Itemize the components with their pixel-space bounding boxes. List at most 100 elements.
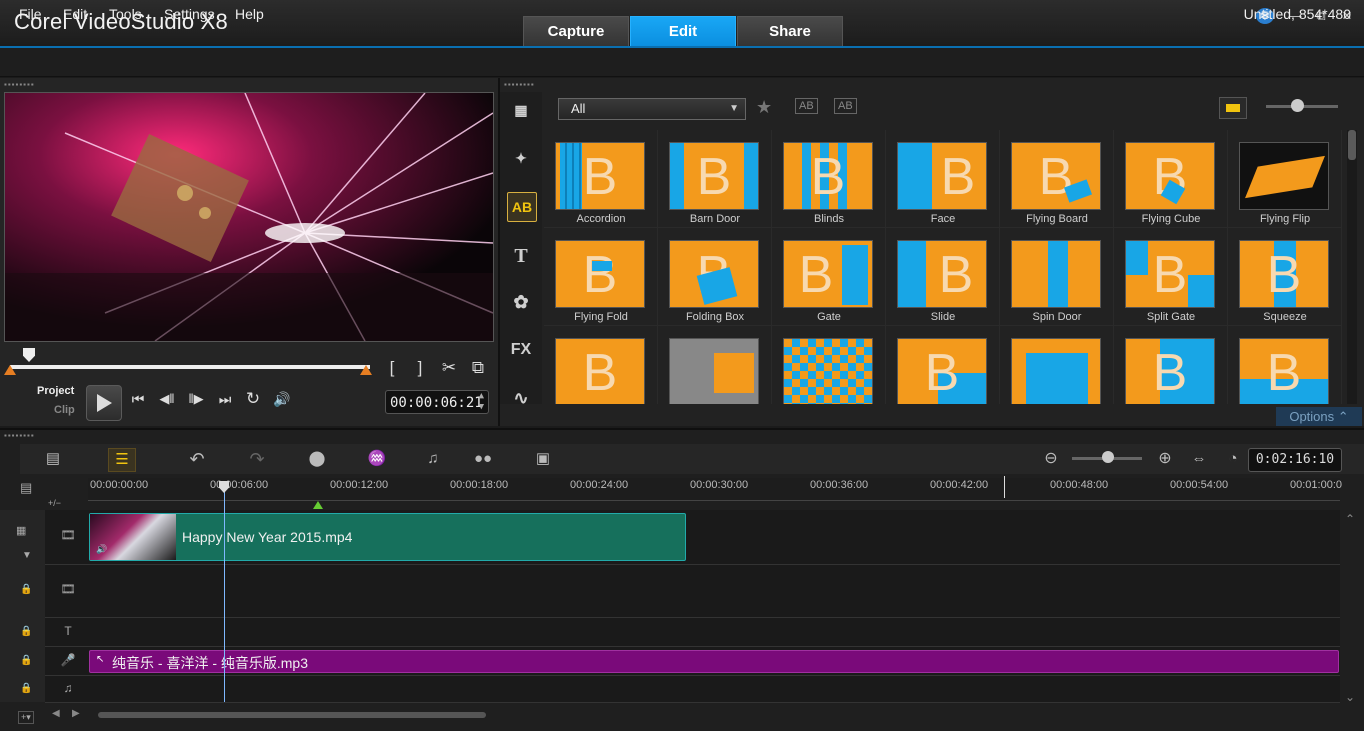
gallery-item[interactable]: B — [1228, 326, 1342, 404]
menu-help[interactable]: Help — [235, 6, 264, 22]
scroll-right-icon[interactable]: ▶ — [72, 708, 80, 719]
gallery-item[interactable]: B Accordion — [544, 130, 658, 228]
menu-settings[interactable]: Settings — [164, 6, 215, 22]
track-toggle-icon[interactable]: ▦ — [16, 524, 26, 537]
previous-frame-icon[interactable]: ◀‖ — [154, 391, 180, 407]
timeline-options-icon[interactable]: +▾ — [18, 711, 34, 724]
gallery-item[interactable]: B Flying Cube — [1114, 130, 1228, 228]
menu-tools[interactable]: Tools — [109, 6, 142, 22]
video-clip[interactable] — [89, 513, 686, 561]
gallery-item[interactable] — [658, 326, 772, 404]
flying-cube-thumbnail: B — [1125, 142, 1215, 210]
gallery-item[interactable]: B Flying Fold — [544, 228, 658, 326]
repeat-icon[interactable]: ↻ — [242, 389, 264, 409]
mark-in-button[interactable]: [ — [384, 358, 400, 378]
gallery-item[interactable]: B Gate — [772, 228, 886, 326]
lock-icon[interactable]: 🔒 — [20, 655, 32, 667]
add-remove-chapter[interactable]: +/− — [48, 498, 61, 508]
title-track[interactable] — [45, 618, 1340, 647]
tab-edit[interactable]: Edit — [630, 16, 736, 46]
path-icon[interactable]: ∿ — [507, 384, 535, 412]
gallery-item[interactable]: B Barn Door — [658, 130, 772, 228]
subtitle-editor-icon[interactable]: ▣ — [530, 448, 556, 470]
title-icon[interactable]: T — [507, 242, 535, 270]
add-to-favorites-icon[interactable]: ★ — [756, 97, 772, 118]
storyboard-view-icon[interactable]: ▤ — [40, 448, 66, 470]
zoom-out-icon[interactable]: ⊖ — [1038, 448, 1064, 470]
timecode-field[interactable]: 00:00:06:21 ▲ ▼ — [385, 390, 489, 414]
menu-edit[interactable]: Edit — [63, 6, 87, 22]
gallery-item[interactable]: B Squeeze — [1228, 228, 1342, 326]
zoom-knob[interactable] — [1102, 451, 1114, 463]
enlarge-preview-icon[interactable]: ⧉ — [468, 358, 488, 378]
scroll-up-icon[interactable]: ⌃ — [1345, 512, 1355, 526]
scroll-left-icon[interactable]: ◀ — [52, 708, 60, 719]
mode-clip[interactable]: Clip — [54, 404, 75, 416]
lock-icon[interactable]: 🔒 — [20, 584, 32, 596]
fit-project-icon[interactable]: ⇔ — [1186, 448, 1212, 470]
home-icon[interactable]: ⏮ — [127, 391, 149, 408]
gallery-item[interactable]: Spin Door — [1000, 228, 1114, 326]
gallery-item[interactable]: BFolding Box — [658, 228, 772, 326]
media-icon[interactable]: ▦ — [507, 96, 535, 124]
thumbnail-size-knob[interactable] — [1291, 99, 1304, 112]
overlay-track[interactable] — [45, 565, 1340, 618]
library-scroll-thumb[interactable] — [1348, 130, 1356, 160]
gallery-item[interactable]: B Blinds — [772, 130, 886, 228]
apply-random-icon[interactable]: AB — [834, 98, 857, 114]
view-toggle-icon[interactable] — [1219, 97, 1247, 119]
gallery-item[interactable]: B — [544, 326, 658, 404]
expand-icon[interactable]: ▼ — [22, 550, 32, 561]
panel-grip[interactable]: ▪▪▪▪▪▪▪▪ — [4, 80, 35, 89]
trim-end-marker[interactable] — [360, 365, 372, 375]
music-track[interactable] — [45, 676, 1340, 703]
zoom-in-icon[interactable]: ⊕ — [1152, 448, 1178, 470]
mark-out-button[interactable]: ] — [412, 358, 428, 378]
timeline-horizontal-scrollbar[interactable] — [98, 712, 486, 718]
gallery-item[interactable]: B Face — [886, 130, 1000, 228]
gallery-item[interactable]: B — [886, 326, 1000, 404]
track-manager-icon[interactable]: ▤ — [20, 480, 32, 496]
gallery-item[interactable]: B Split Gate — [1114, 228, 1228, 326]
instant-project-icon[interactable]: ✦ — [507, 144, 535, 172]
gallery-item[interactable]: Flying Flip — [1228, 130, 1342, 228]
volume-icon[interactable]: 🔊 — [270, 391, 294, 408]
gallery-item[interactable] — [1000, 326, 1114, 404]
lock-icon[interactable]: 🔒 — [20, 683, 32, 695]
transition-icon[interactable]: AB — [507, 192, 537, 222]
lock-icon[interactable]: 🔒 — [20, 626, 32, 638]
options-button[interactable]: Options ⌃ — [1276, 407, 1362, 426]
timecode-stepper-icon[interactable]: ▲ ▼ — [479, 391, 484, 413]
timeline-view-icon[interactable]: ☰ — [108, 448, 136, 472]
undo-icon[interactable]: ↶ — [184, 448, 210, 470]
end-icon[interactable]: ⏭ — [214, 391, 236, 408]
sound-mixer-icon[interactable]: ♒ — [364, 448, 390, 470]
trim-start-marker[interactable] — [4, 365, 16, 375]
scroll-down-icon[interactable]: ⌄ — [1345, 690, 1355, 704]
split-clip-icon[interactable]: ✂ — [439, 358, 459, 378]
folding-box-thumbnail: B — [669, 240, 759, 308]
scrubber-track[interactable] — [10, 365, 370, 369]
play-button[interactable] — [86, 385, 122, 421]
mode-project[interactable]: Project — [37, 385, 74, 397]
gallery-item[interactable]: B Slide — [886, 228, 1000, 326]
next-frame-icon[interactable]: ‖▶ — [183, 391, 209, 407]
timeline-grip[interactable]: ▪▪▪▪▪▪▪▪ — [4, 431, 35, 440]
gallery-item[interactable]: B Flying Board — [1000, 130, 1114, 228]
redo-icon[interactable]: ↷ — [244, 448, 270, 470]
library-grip[interactable]: ▪▪▪▪▪▪▪▪ — [504, 80, 535, 89]
chapter-marker-icon[interactable] — [313, 501, 323, 509]
motion-tracking-icon[interactable]: ●● — [470, 448, 496, 470]
gallery-item[interactable]: B — [1114, 326, 1228, 404]
tab-capture[interactable]: Capture — [523, 16, 629, 46]
gallery-item[interactable] — [772, 326, 886, 404]
library-scrollbar[interactable] — [1347, 130, 1357, 404]
category-dropdown[interactable]: All ▼ — [558, 98, 746, 120]
record-capture-icon[interactable]: ⬤ — [304, 448, 330, 470]
auto-music-icon[interactable]: ♫ — [420, 448, 446, 470]
menu-file[interactable]: File — [19, 6, 42, 22]
tab-share[interactable]: Share — [737, 16, 843, 46]
filter-icon[interactable]: FX — [507, 336, 535, 364]
graphic-icon[interactable]: ✿ — [507, 288, 535, 316]
apply-transition-icon[interactable]: AB — [795, 98, 818, 114]
